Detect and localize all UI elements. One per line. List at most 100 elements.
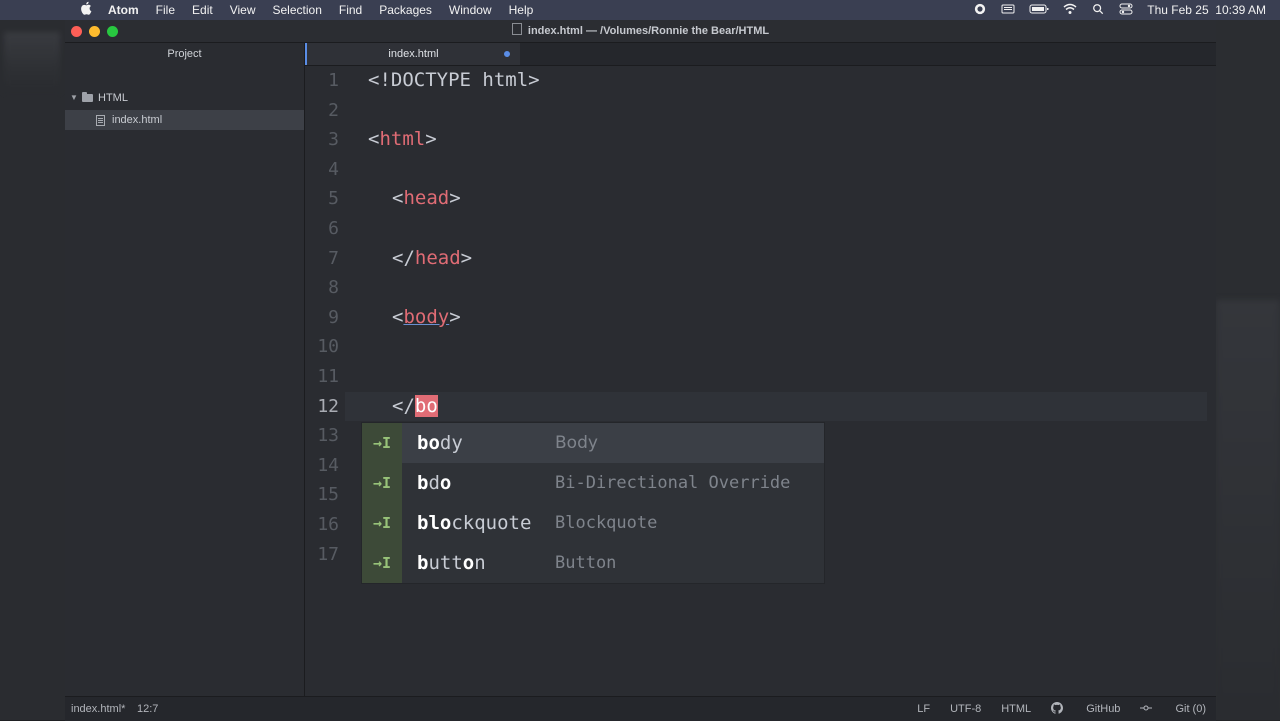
title-bar: index.html — /Volumes/Ronnie the Bear/HT…: [65, 20, 1216, 43]
menubar-clock[interactable]: Thu Feb 25 10:39 AM: [1147, 3, 1266, 17]
line-number[interactable]: 4: [305, 155, 339, 185]
tag-bracket: <: [392, 305, 404, 328]
git-label: Git (0): [1175, 703, 1206, 715]
line-number[interactable]: 15: [305, 480, 339, 510]
folder-icon: [82, 92, 93, 102]
status-cursor-position[interactable]: 12:7: [137, 697, 158, 721]
code-line-html-open[interactable]: <html>: [368, 125, 437, 155]
github-icon: [1051, 702, 1064, 714]
snippet-tab-icon: →I: [362, 423, 402, 463]
snippet-tab-icon: →I: [362, 463, 402, 503]
line-number[interactable]: 8: [305, 273, 339, 303]
tree-file-index-html[interactable]: index.html: [65, 110, 304, 130]
menu-edit[interactable]: Edit: [192, 0, 213, 20]
status-bar: index.html* 12:7 LF UTF-8 HTML GitHub Gi…: [65, 696, 1216, 721]
suggestion-text: body: [417, 432, 463, 454]
snippet-tab-icon: →I: [362, 503, 402, 543]
code-line-head-close[interactable]: </head>: [392, 244, 472, 274]
tag-bracket: >: [449, 305, 461, 328]
folder-label: HTML: [98, 92, 128, 104]
control-center-icon[interactable]: [1119, 3, 1133, 18]
tag-name: head: [403, 187, 450, 210]
status-line-ending[interactable]: LF: [917, 697, 930, 721]
chevron-down-icon[interactable]: ▼: [70, 88, 78, 108]
line-number[interactable]: 2: [305, 96, 339, 126]
line-number[interactable]: 6: [305, 214, 339, 244]
code-line-current[interactable]: </bo: [392, 392, 438, 422]
menu-help[interactable]: Help: [509, 0, 534, 20]
line-number[interactable]: 16: [305, 510, 339, 540]
battery-icon[interactable]: [1029, 3, 1049, 18]
menu-app-atom[interactable]: Atom: [108, 0, 139, 20]
line-number[interactable]: 10: [305, 332, 339, 362]
tree-folder-html[interactable]: ▼ HTML: [65, 88, 304, 108]
tag-bracket: >: [425, 128, 437, 151]
git-branch-icon: [1140, 705, 1153, 711]
line-number-current[interactable]: 12: [305, 392, 339, 422]
line-number[interactable]: 9: [305, 303, 339, 333]
menu-find[interactable]: Find: [339, 0, 362, 20]
github-label: GitHub: [1086, 703, 1121, 715]
text-editor[interactable]: 1 2 3 4 5 6 7 8 9 10 11 12 13 14 15 16 1…: [305, 66, 1216, 696]
tag-name: head: [414, 246, 461, 269]
tag-bracket: >: [449, 187, 461, 210]
status-github[interactable]: GitHub: [1051, 697, 1120, 721]
desktop-background-right: [1216, 20, 1280, 720]
tab-index-html[interactable]: index.html: [305, 43, 520, 65]
keyboard-icon[interactable]: [1001, 3, 1015, 18]
tag-bracket: <: [392, 187, 404, 210]
status-encoding[interactable]: UTF-8: [950, 697, 981, 721]
code-line-body-open[interactable]: <body>: [392, 303, 461, 333]
menu-packages[interactable]: Packages: [379, 0, 432, 20]
status-file-name[interactable]: index.html*: [71, 697, 125, 721]
suggestion-description: Blockquote: [555, 513, 658, 533]
menu-selection[interactable]: Selection: [273, 0, 322, 20]
atom-window: index.html — /Volumes/Ronnie the Bear/HT…: [65, 20, 1216, 721]
project-tree-view: Project ▼ HTML index.html: [65, 43, 305, 696]
suggestion-description: Button: [555, 553, 617, 573]
autocomplete-item-bdo[interactable]: →I bdo Bi-Directional Override: [362, 463, 824, 503]
menu-file[interactable]: File: [156, 0, 175, 20]
tag-bracket: >: [460, 246, 473, 269]
status-git[interactable]: Git (0): [1140, 697, 1206, 721]
menu-window[interactable]: Window: [449, 0, 492, 20]
window-title: index.html — /Volumes/Ronnie the Bear/HT…: [527, 25, 770, 37]
suggestion-text: blockquote: [417, 512, 532, 534]
line-number[interactable]: 17: [305, 540, 339, 570]
autocomplete-popup: →I body Body →I bdo Bi-Directional Overr…: [361, 422, 825, 584]
tag-bracket: <: [368, 128, 380, 151]
tag-bracket: </: [392, 394, 415, 417]
modified-indicator-icon[interactable]: [504, 51, 510, 57]
code-line-head-open[interactable]: <head>: [392, 184, 461, 214]
search-icon[interactable]: [1091, 3, 1105, 18]
document-icon: [511, 23, 522, 35]
line-number[interactable]: 11: [305, 362, 339, 392]
file-icon: [96, 115, 105, 126]
menu-bar: Atom File Edit View Selection Find Packa…: [0, 0, 1280, 20]
suggestion-text: bdo: [417, 472, 452, 494]
tag-name: html: [379, 128, 426, 151]
suggestion-text: button: [417, 552, 486, 574]
line-number[interactable]: 1: [305, 66, 339, 96]
autocomplete-item-body[interactable]: →I body Body: [362, 423, 824, 463]
line-number[interactable]: 7: [305, 244, 339, 274]
tab-label: index.html: [388, 48, 439, 60]
line-number[interactable]: 3: [305, 125, 339, 155]
line-number[interactable]: 14: [305, 451, 339, 481]
autocomplete-item-button[interactable]: →I button Button: [362, 543, 824, 583]
line-number[interactable]: 5: [305, 184, 339, 214]
autocomplete-item-blockquote[interactable]: →I blockquote Blockquote: [362, 503, 824, 543]
tag-bracket: </: [392, 246, 415, 269]
apple-menu-icon[interactable]: [80, 0, 94, 20]
status-grammar[interactable]: HTML: [1001, 697, 1031, 721]
typed-text-highlight: bo: [414, 394, 438, 417]
suggestion-description: Body: [555, 433, 598, 453]
file-label: index.html: [112, 114, 163, 126]
snippet-tab-icon: →I: [362, 543, 402, 583]
screen-record-icon[interactable]: [973, 3, 987, 18]
wifi-icon[interactable]: [1063, 3, 1077, 18]
code-line-doctype[interactable]: <!DOCTYPE html>: [368, 66, 540, 96]
menu-view[interactable]: View: [230, 0, 256, 20]
line-number[interactable]: 13: [305, 421, 339, 451]
project-header[interactable]: Project: [65, 43, 304, 65]
